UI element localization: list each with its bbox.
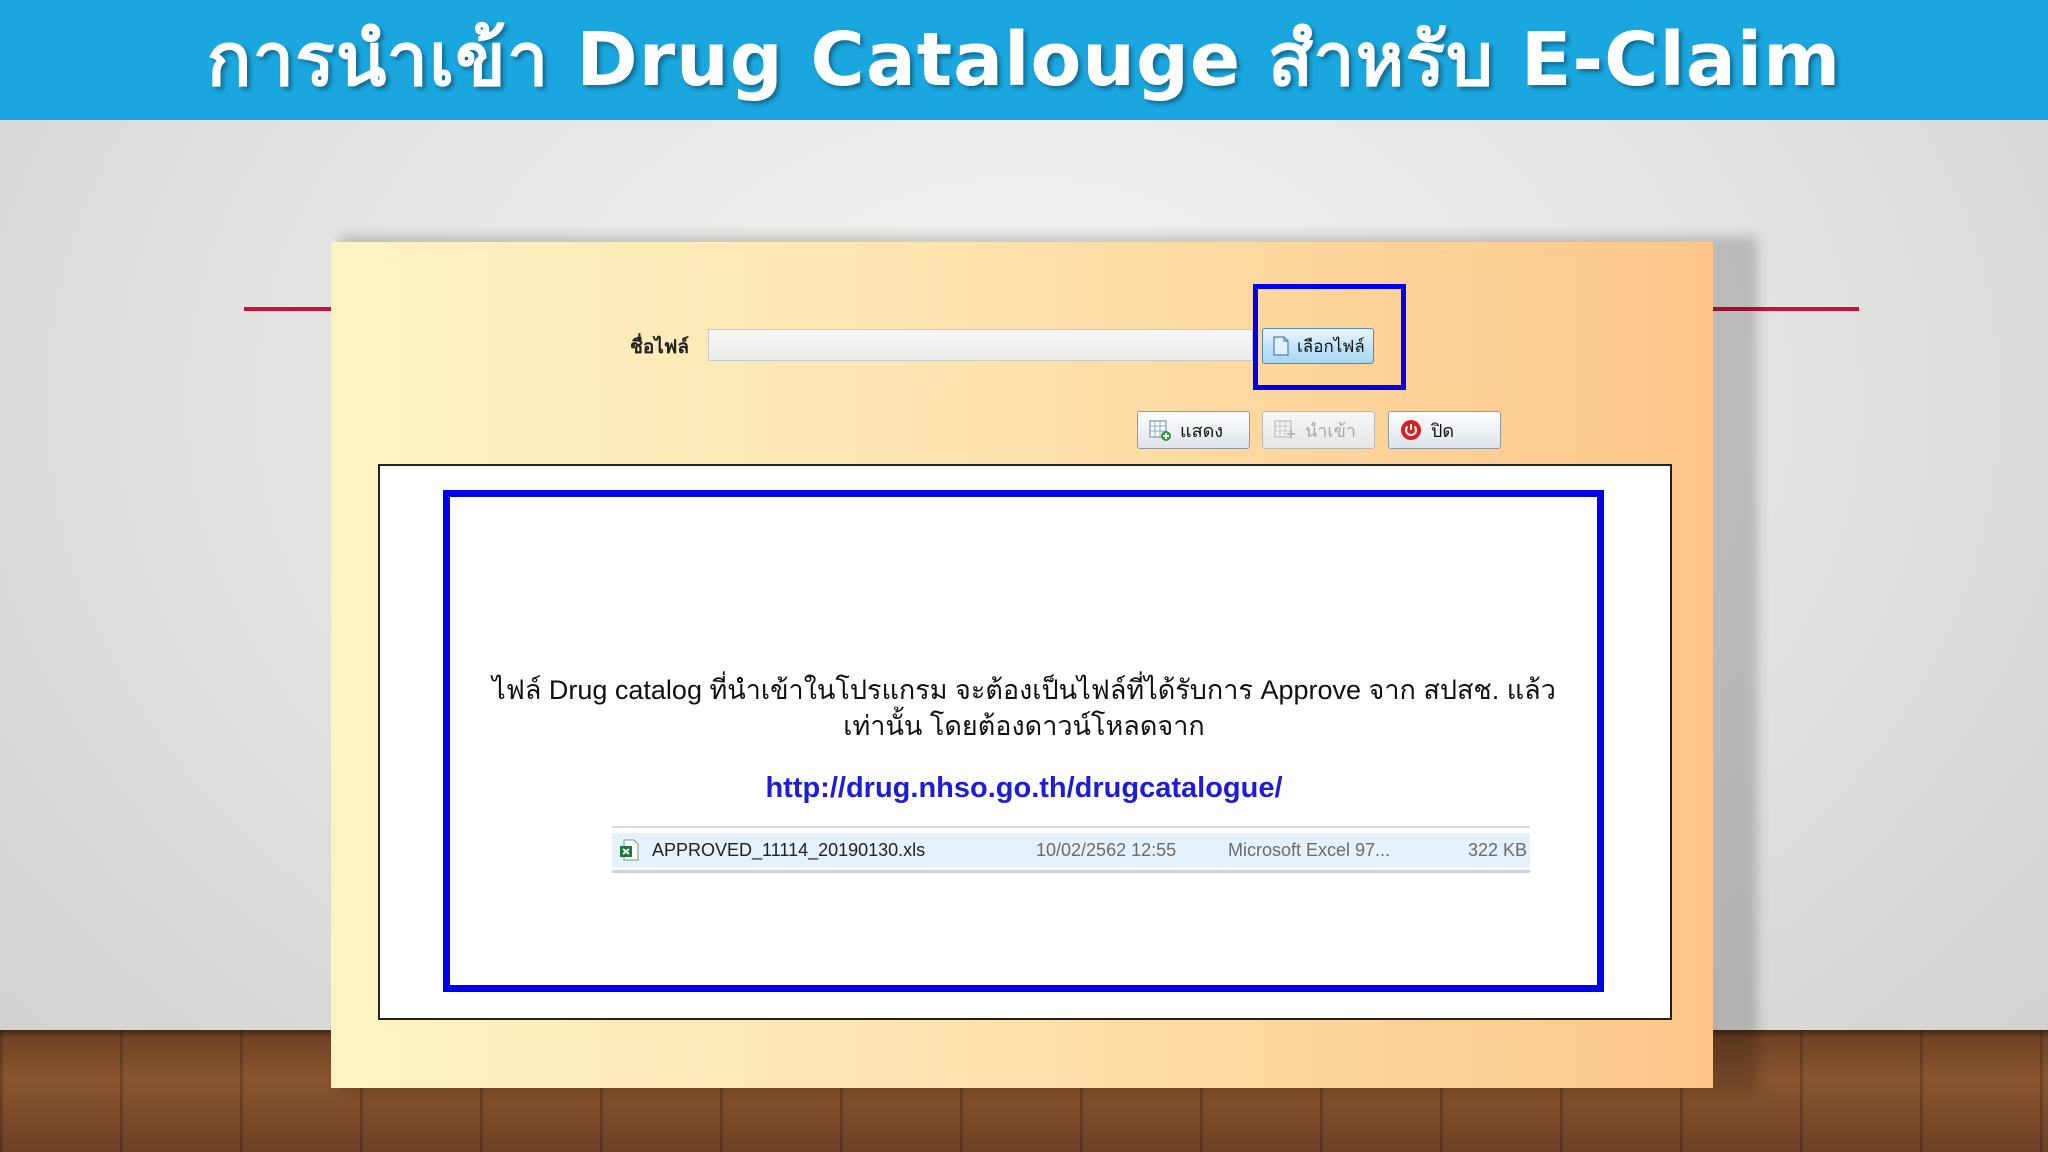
power-icon [1401,420,1421,440]
file-name-input[interactable] [708,329,1253,361]
import-button[interactable]: นำเข้า [1262,411,1375,449]
file-name-label: ชื่อไฟล์ [630,336,689,358]
close-button[interactable]: ปิด [1388,411,1501,449]
file-type: Microsoft Excel 97... [1228,840,1391,860]
file-date: 10/02/2562 12:55 [1036,840,1177,860]
file-row-partial-bottom [612,870,1530,881]
file-name: APPROVED_11114_20190130.xls [652,840,926,860]
excel-file-icon [620,839,639,861]
file-size: 322 KB [1468,840,1528,860]
grid-import-icon [1274,420,1295,438]
grid-add-icon [1149,420,1171,441]
accent-line-left [244,307,334,311]
page-title: การนำเข้า Drug Catalouge สำหรับ E-Claim [206,17,1842,103]
download-link[interactable]: http://drug.nhso.go.th/drugcatalogue/ [460,772,1588,805]
import-label: นำเข้า [1305,420,1356,442]
choose-file-highlight [1253,284,1406,390]
show-button[interactable]: แสดง [1137,411,1250,449]
info-message: ไฟล์ Drug catalog ที่นำเข้าในโปรแกรม จะต… [492,675,1556,741]
show-label: แสดง [1180,420,1224,442]
file-row-partial-top [612,826,1530,832]
close-label: ปิด [1431,420,1455,442]
file-list-row[interactable]: APPROVED_11114_20190130.xls 10/02/2562 1… [612,833,1530,867]
